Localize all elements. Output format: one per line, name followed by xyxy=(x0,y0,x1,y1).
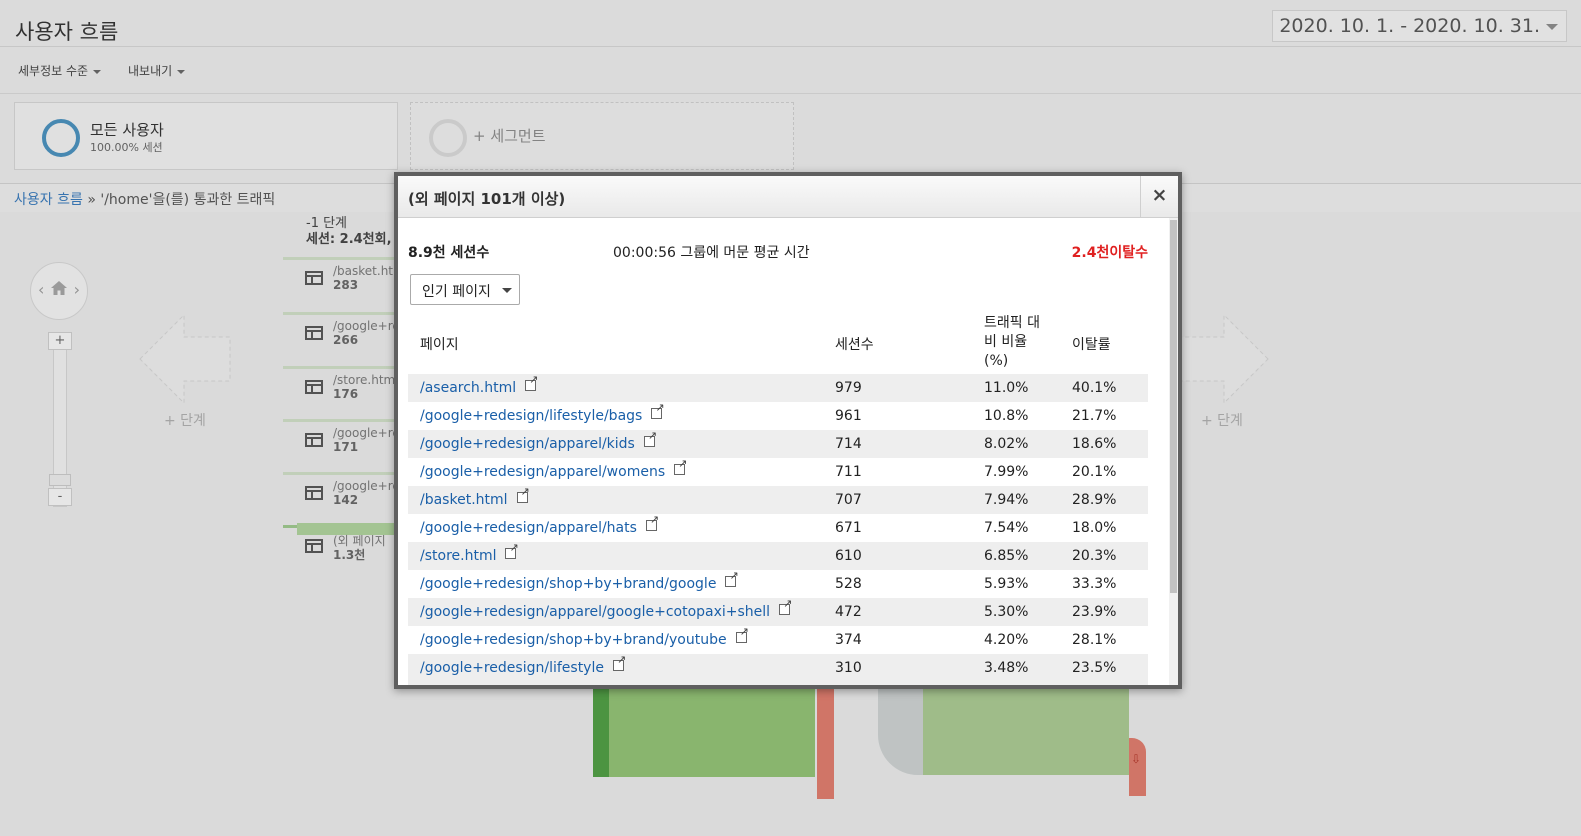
cell-exit-rate: 23.5% xyxy=(1072,660,1117,676)
cell-sessions: 528 xyxy=(835,576,862,592)
external-link-icon[interactable] xyxy=(516,486,530,503)
table-row-clipped xyxy=(408,682,1148,685)
dialog-body: 8.9천 세션수 00:00:56 그룹에 머문 평균 시간 2.4천이탈수 인… xyxy=(398,218,1169,685)
column-header-sessions[interactable]: 세션수 xyxy=(835,334,874,354)
group-stats: 8.9천 세션수 00:00:56 그룹에 머문 평균 시간 2.4천이탈수 xyxy=(408,242,1148,262)
table-row: /google+redesign/apparel/kids 714 8.02% 18.… xyxy=(408,430,1148,458)
page-link[interactable]: /google+redesign/lifestyle xyxy=(420,654,626,676)
cell-exit-rate: 18.6% xyxy=(1072,436,1117,452)
column-header-exit-rate[interactable]: 이탈률 xyxy=(1072,334,1111,354)
cell-sessions: 374 xyxy=(835,632,862,648)
dialog-header: (외 페이지 101개 이상) × xyxy=(398,176,1178,218)
cell-sessions: 671 xyxy=(835,520,862,536)
page-group-dialog: (외 페이지 101개 이상) × 8.9천 세션수 00:00:56 그룹에 … xyxy=(394,172,1182,689)
cell-traffic-share: 7.54% xyxy=(984,520,1029,536)
cell-traffic-share: 5.30% xyxy=(984,604,1029,620)
page-link[interactable]: /google+redesign/apparel/womens xyxy=(420,458,687,480)
external-link-icon[interactable] xyxy=(645,514,659,531)
cell-exit-rate: 23.9% xyxy=(1072,604,1117,620)
table-row: /basket.html 707 7.94% 28.9% xyxy=(408,486,1148,514)
table-row: /google+redesign/apparel/google+cotopaxi… xyxy=(408,598,1148,626)
cell-sessions: 310 xyxy=(835,660,862,676)
cell-exit-rate: 28.1% xyxy=(1072,632,1117,648)
page-path[interactable]: /google+redesign/lifestyle/bags xyxy=(420,408,642,424)
external-link-icon[interactable] xyxy=(525,374,538,391)
external-link-icon[interactable] xyxy=(779,598,792,615)
cell-sessions: 707 xyxy=(835,492,862,508)
page-link[interactable]: /google+redesign/apparel/google+cotopaxi… xyxy=(420,598,792,620)
cell-traffic-share: 8.02% xyxy=(984,436,1029,452)
cell-traffic-share: 3.48% xyxy=(984,660,1029,676)
table-row: /store.html 610 6.85% 20.3% xyxy=(408,542,1148,570)
external-link-icon[interactable] xyxy=(651,402,665,419)
table-row: /google+redesign/lifestyle/bags 961 10.8% 2… xyxy=(408,402,1148,430)
table-row: /google+redesign/apparel/hats 671 7.54% 18.… xyxy=(408,514,1148,542)
cell-exit-rate: 21.7% xyxy=(1072,408,1117,424)
page-link[interactable]: /basket.html xyxy=(420,486,530,508)
page-path[interactable]: /google+redesign/apparel/kids xyxy=(420,436,635,452)
group-exits: 2.4천이탈수 xyxy=(1071,245,1148,261)
cell-sessions: 979 xyxy=(835,380,862,396)
page-path[interactable]: /google+redesign/apparel/womens xyxy=(420,464,665,480)
cell-exit-rate: 20.1% xyxy=(1072,464,1117,480)
page-link[interactable]: /google+redesign/shop+by+brand/google xyxy=(420,570,739,592)
group-sessions: 8.9천 세션수 xyxy=(408,245,490,261)
page-link[interactable]: /asearch.html xyxy=(420,374,538,396)
page-view-select-value: 인기 페이지 xyxy=(422,284,491,300)
column-header-page[interactable]: 페이지 xyxy=(420,334,459,354)
cell-sessions: 472 xyxy=(835,604,862,620)
cell-traffic-share: 11.0% xyxy=(984,380,1029,396)
page-view-select[interactable]: 인기 페이지 xyxy=(410,274,520,305)
external-link-icon[interactable] xyxy=(505,542,519,559)
page-link[interactable]: /google+redesign/apparel/kids xyxy=(420,430,657,452)
chevron-down-icon xyxy=(502,288,512,293)
page-path[interactable]: /google+redesign/lifestyle xyxy=(420,660,604,676)
close-button[interactable]: × xyxy=(1140,176,1178,217)
cell-traffic-share: 7.99% xyxy=(984,464,1029,480)
cell-traffic-share: 5.93% xyxy=(984,576,1029,592)
dialog-title: (외 페이지 101개 이상) xyxy=(408,190,566,208)
cell-exit-rate: 18.0% xyxy=(1072,520,1117,536)
external-link-icon[interactable] xyxy=(725,570,739,587)
page-table: /asearch.html 979 11.0% 40.1% /google+redesi… xyxy=(408,374,1148,685)
cell-exit-rate: 20.3% xyxy=(1072,548,1117,564)
cell-traffic-share: 7.94% xyxy=(984,492,1029,508)
page-path[interactable]: /asearch.html xyxy=(420,380,516,396)
dialog-scrollbar[interactable] xyxy=(1169,218,1178,685)
page-path[interactable]: /store.html xyxy=(420,548,496,564)
table-row: /google+redesign/lifestyle 310 3.48% 23.5% xyxy=(408,654,1148,682)
page-link[interactable]: /google+redesign/lifestyle/bags xyxy=(420,402,665,424)
page-link[interactable]: /google+redesign/shop+by+brand/youtube xyxy=(420,626,749,648)
page-path[interactable]: /google+redesign/apparel/google+cotopaxi… xyxy=(420,604,770,620)
cell-traffic-share: 10.8% xyxy=(984,408,1029,424)
page-path[interactable]: /basket.html xyxy=(420,492,508,508)
cell-sessions: 961 xyxy=(835,408,862,424)
cell-exit-rate: 40.1% xyxy=(1072,380,1117,396)
table-row: /google+redesign/shop+by+brand/google 528… xyxy=(408,570,1148,598)
page-path[interactable]: /google+redesign/shop+by+brand/youtube xyxy=(420,632,727,648)
page-link[interactable]: /store.html xyxy=(420,542,519,564)
scrollbar-thumb[interactable] xyxy=(1170,220,1177,593)
table-row: /google+redesign/shop+by+brand/youtube 37… xyxy=(408,626,1148,654)
external-link-icon[interactable] xyxy=(735,626,749,643)
table-row: /google+redesign/apparel/womens 711 7.99% 2… xyxy=(408,458,1148,486)
column-header-traffic-share[interactable]: 트래픽 대비 비율 (%) xyxy=(984,314,1052,371)
group-avg-time: 00:00:56 그룹에 머문 평균 시간 xyxy=(613,245,810,261)
cell-exit-rate: 28.9% xyxy=(1072,492,1117,508)
cell-sessions: 610 xyxy=(835,548,862,564)
cell-exit-rate: 33.3% xyxy=(1072,576,1117,592)
external-link-icon[interactable] xyxy=(612,654,626,671)
table-header: 페이지 세션수 트래픽 대비 비율 (%) 이탈률 xyxy=(408,312,1148,372)
cell-traffic-share: 4.20% xyxy=(984,632,1029,648)
table-row: /asearch.html 979 11.0% 40.1% xyxy=(408,374,1148,402)
cell-sessions: 714 xyxy=(835,436,862,452)
cell-traffic-share: 6.85% xyxy=(984,548,1029,564)
external-link-icon[interactable] xyxy=(643,430,657,447)
page-path[interactable]: /google+redesign/shop+by+brand/google xyxy=(420,576,716,592)
page-path[interactable]: /google+redesign/apparel/hats xyxy=(420,520,637,536)
page-link[interactable]: /google+redesign/apparel/hats xyxy=(420,514,659,536)
external-link-icon[interactable] xyxy=(674,458,687,475)
cell-sessions: 711 xyxy=(835,464,862,480)
